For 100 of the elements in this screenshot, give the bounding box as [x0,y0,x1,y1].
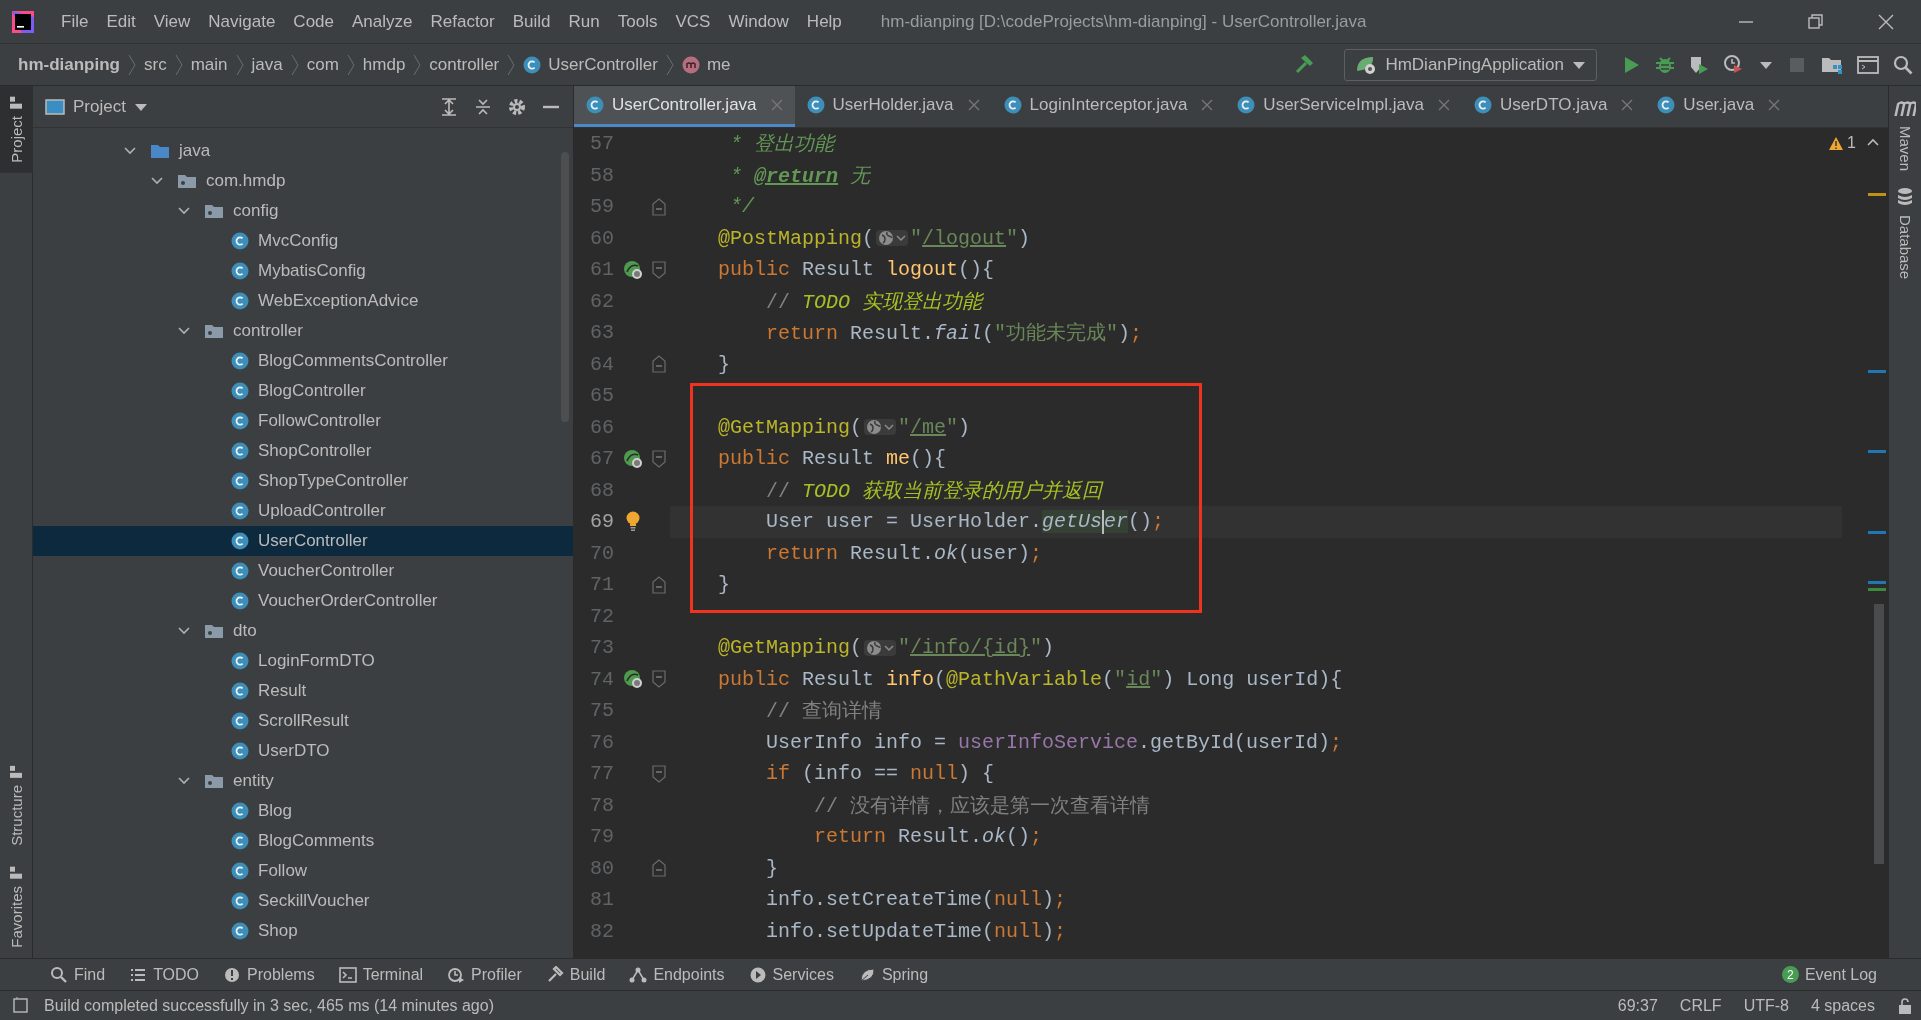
endpoint-icon[interactable] [623,259,643,280]
tree-item[interactable]: entity [33,766,573,796]
tree-item[interactable]: BlogComments [33,826,573,856]
breadcrumb[interactable]: hmdp [362,54,406,75]
breadcrumb[interactable]: UserController [523,54,658,75]
tool-window-button[interactable]: Services [738,965,844,984]
tree-item[interactable]: java [33,136,573,166]
menu-item[interactable]: Build [503,11,560,32]
tool-window-button[interactable]: TODO [119,965,210,984]
menu-item[interactable]: Refactor [421,11,504,32]
close-icon[interactable] [1621,99,1634,111]
tree-item[interactable]: UploadController [33,496,573,526]
event-log-button[interactable]: 2 Event Log [1771,965,1887,984]
tree-item[interactable]: VoucherController [33,556,573,586]
tree-item[interactable]: MvcConfig [33,226,573,256]
tree-item[interactable]: ShopTypeController [33,466,573,496]
tool-window-button[interactable]: Favorites [0,856,33,958]
expand-all-icon[interactable] [439,96,459,117]
panel-toggle-icon[interactable] [12,996,30,1015]
debug-icon[interactable] [1655,54,1675,75]
editor-tab[interactable]: UserHolder.java [794,86,992,127]
coverage-icon[interactable] [1689,54,1709,75]
menu-item[interactable]: File [52,11,98,32]
scrollbar[interactable] [1874,604,1884,864]
tree-item[interactable]: Result [33,676,573,706]
fold-end-marker-icon[interactable] [652,575,666,594]
tree-item[interactable]: ShopController [33,436,573,466]
collapse-all-icon[interactable] [473,96,493,117]
menu-item[interactable]: Tools [608,11,667,32]
tree-item[interactable]: controller [33,316,573,346]
tree-item[interactable]: dto [33,616,573,646]
close-icon[interactable] [1437,99,1450,111]
fold-end-marker-icon[interactable] [652,355,666,374]
tool-window-button[interactable]: Project [0,86,33,173]
breadcrumb[interactable]: src [144,54,167,75]
editor-tab[interactable]: UserController.java [574,86,795,127]
tool-window-button[interactable]: Terminal [328,965,434,984]
menu-item[interactable]: Help [797,11,851,32]
lightbulb-icon[interactable] [625,510,641,533]
menu-item[interactable]: Code [284,11,343,32]
fold-marker-icon[interactable] [652,670,666,689]
tool-window-button[interactable]: Endpoints [619,965,735,984]
fold-end-marker-icon[interactable] [652,859,666,878]
lock-icon[interactable] [1897,996,1913,1015]
restore-icon[interactable] [1806,11,1826,32]
tree-item[interactable]: SeckillVoucher [33,886,573,916]
breadcrumb[interactable]: main [190,54,228,75]
tool-window-button[interactable]: Profiler [437,965,532,984]
editor-tab[interactable]: UserServiceImpl.java [1225,86,1462,127]
tool-window-button[interactable]: Spring [847,965,939,984]
status-item[interactable]: 4 spaces [1810,996,1875,1015]
menu-item[interactable]: Navigate [199,11,285,32]
fold-marker-icon[interactable] [652,260,666,279]
globe-hint-icon[interactable] [864,639,897,656]
tree-item[interactable]: BlogCommentsController [33,346,573,376]
tool-window-button[interactable]: Find [40,965,116,984]
tool-window-button[interactable]: Database [1888,179,1921,288]
close-icon[interactable] [1201,99,1214,111]
tree-item[interactable]: BlogController [33,376,573,406]
tool-window-button[interactable]: Structure [0,755,33,857]
tool-window-button[interactable]: Problems [213,965,325,984]
breadcrumb[interactable]: me [681,54,731,75]
tree-item[interactable]: Blog [33,796,573,826]
tree-item[interactable]: UserController [33,526,573,556]
globe-hint-icon[interactable] [864,419,897,436]
editor-tab[interactable]: UserDTO.java [1461,86,1646,127]
menu-item[interactable]: View [144,11,200,32]
status-item[interactable]: 69:37 [1617,996,1658,1015]
tree-item[interactable]: config [33,196,573,226]
tree-item[interactable]: Shop [33,916,573,946]
tool-window-button[interactable]: Build [535,965,616,984]
globe-hint-icon[interactable] [876,230,909,247]
tree-item[interactable]: WebExceptionAdvice [33,286,573,316]
menu-item[interactable]: Edit [97,11,145,32]
tree-item[interactable]: MybatisConfig [33,256,573,286]
warning-count[interactable]: 1 [1828,134,1856,152]
breadcrumb[interactable]: controller [429,54,500,75]
breadcrumb[interactable]: java [251,54,283,75]
menu-item[interactable]: VCS [666,11,720,32]
tree-item[interactable]: Follow [33,856,573,886]
tree-item[interactable]: ScrollResult [33,706,573,736]
run-configuration-dropdown[interactable]: HmDianPingApplication [1344,48,1597,81]
editor-tab[interactable]: LoginInterceptor.java [991,86,1226,127]
menu-item[interactable]: Analyze [343,11,422,32]
fold-marker-icon[interactable] [652,449,666,468]
caret-icon[interactable] [1759,59,1773,70]
status-item[interactable]: CRLF [1679,996,1722,1015]
menu-item[interactable]: Window [719,11,798,32]
tree-item[interactable]: UserDTO [33,736,573,766]
tree-item[interactable]: LoginFormDTO [33,646,573,676]
fold-end-marker-icon[interactable] [652,197,666,216]
menu-item[interactable]: Run [559,11,609,32]
endpoint-icon[interactable] [623,448,643,469]
project-view-dropdown[interactable]: Project [45,96,148,117]
tree-item[interactable]: com.hmdp [33,166,573,196]
editor-tab[interactable]: User.java [1645,86,1793,127]
tree-item[interactable]: FollowController [33,406,573,436]
search-icon[interactable] [1893,54,1913,75]
fold-marker-icon[interactable] [652,764,666,783]
tool-window-button[interactable]: Maven [1888,92,1921,180]
